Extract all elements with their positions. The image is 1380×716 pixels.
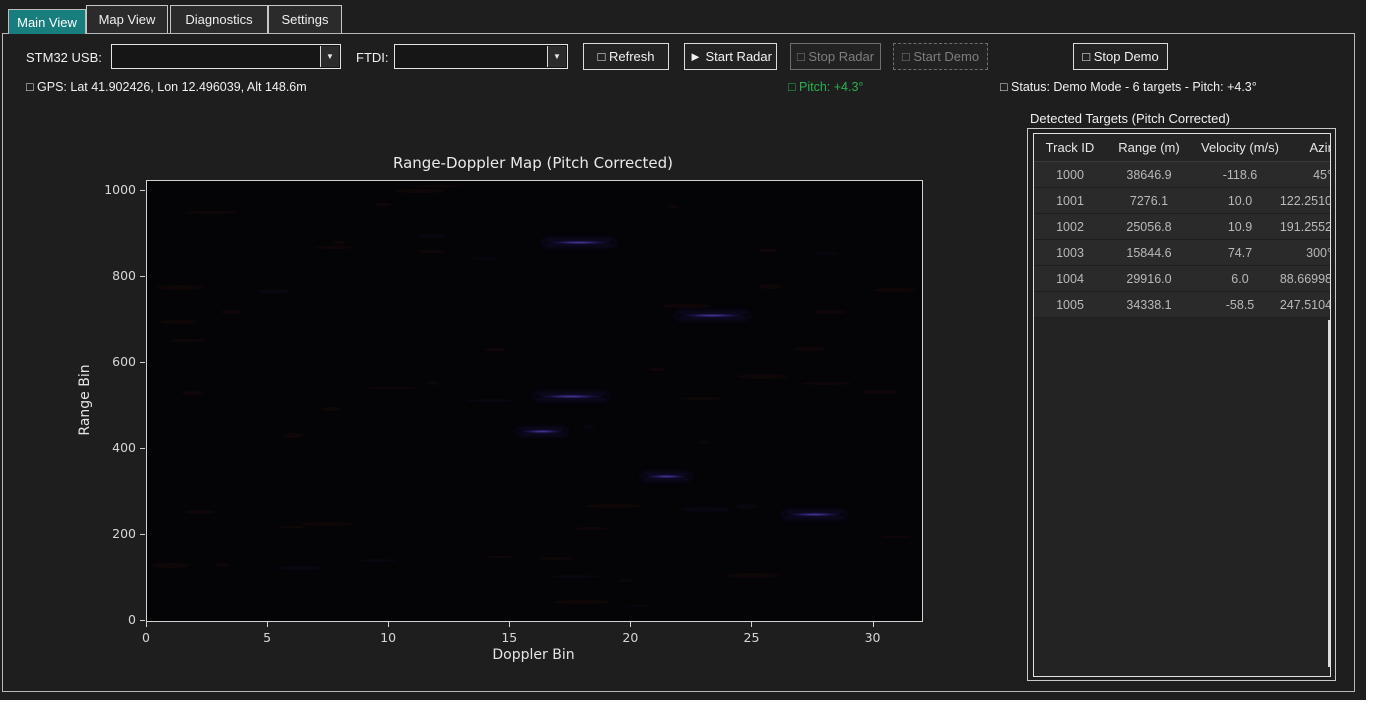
main-view-panel <box>2 33 1355 692</box>
radar-app-window: Main ViewMap ViewDiagnosticsSettings STM… <box>0 0 1366 700</box>
tab-map-view[interactable]: Map View <box>86 5 168 33</box>
tab-main-view[interactable]: Main View <box>8 9 86 34</box>
tab-diagnostics[interactable]: Diagnostics <box>170 5 268 33</box>
tab-settings[interactable]: Settings <box>268 5 342 33</box>
